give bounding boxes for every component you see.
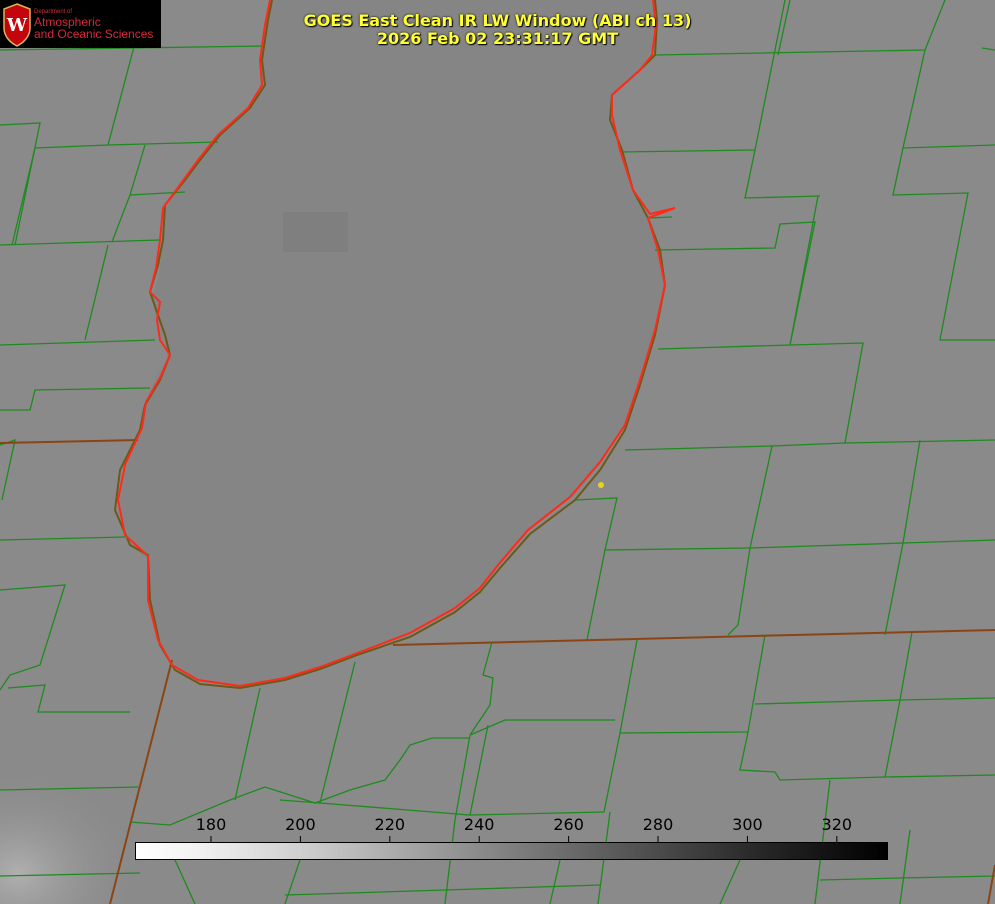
colorbar	[135, 842, 888, 860]
colorbar-ticks	[210, 836, 838, 842]
satellite-image: W Department of Atmospheric and Oceanic …	[0, 0, 995, 904]
